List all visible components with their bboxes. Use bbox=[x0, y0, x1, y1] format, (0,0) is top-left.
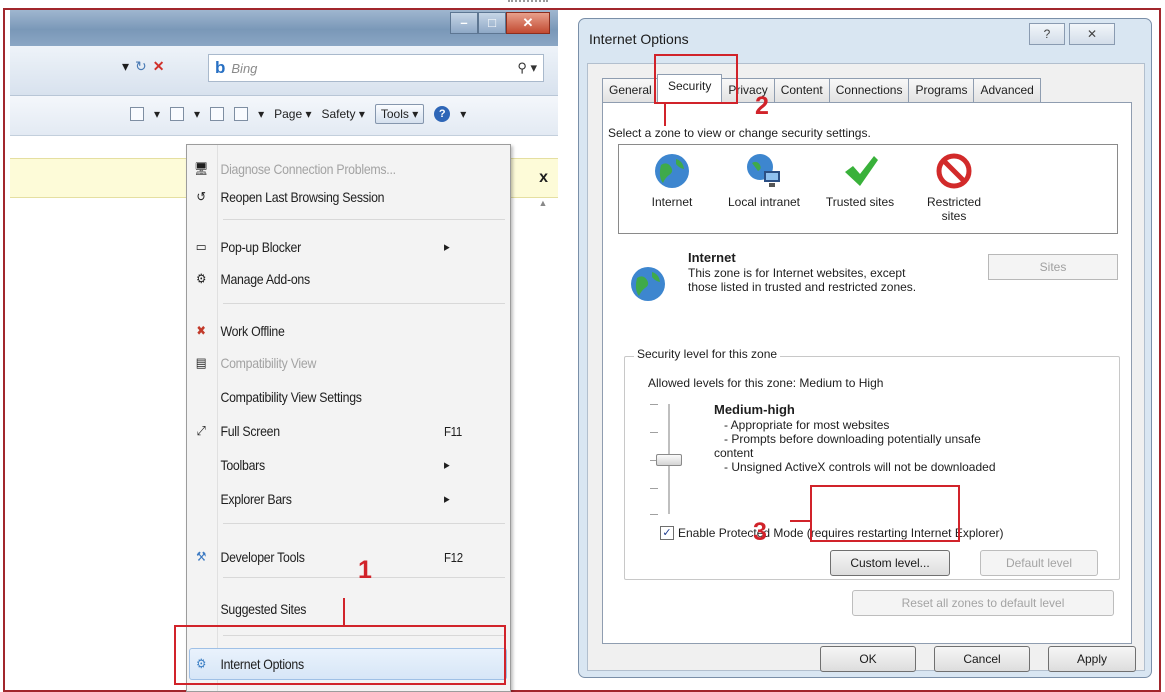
help-button[interactable]: ? bbox=[1029, 23, 1065, 45]
submenu-arrow-icon: ▸ bbox=[443, 239, 450, 254]
step3-highlight-box bbox=[810, 485, 960, 542]
step3-pointer-line bbox=[790, 520, 812, 522]
addons-icon: ⚙ bbox=[196, 271, 207, 286]
tools-menu-button[interactable]: Tools ▾ bbox=[374, 104, 425, 124]
address-dropdown-icon[interactable]: ▾ bbox=[122, 58, 129, 75]
divider-dots bbox=[508, 0, 548, 8]
zone-restricted-sites[interactable]: Restricted sites bbox=[909, 145, 999, 223]
mail-icon[interactable] bbox=[210, 107, 225, 121]
zone-internet[interactable]: Internet bbox=[627, 145, 717, 209]
tab-advanced[interactable]: Advanced bbox=[973, 78, 1041, 102]
default-level-button[interactable]: Default level bbox=[980, 550, 1098, 576]
checkmark-icon bbox=[845, 156, 878, 186]
search-input[interactable]: b Bing ⚲ ▾ bbox=[208, 54, 544, 82]
tab-general[interactable]: General bbox=[602, 78, 658, 102]
menu-item-suggested-sites[interactable]: Suggested Sites bbox=[187, 595, 471, 623]
menu-item-manage-addons[interactable]: ⚙ Manage Add-ons bbox=[187, 265, 471, 293]
sites-button[interactable]: Sites bbox=[988, 254, 1118, 280]
step1-highlight-box bbox=[174, 625, 506, 685]
full-screen-icon: ⤢ bbox=[196, 423, 206, 438]
restricted-icon bbox=[936, 153, 972, 189]
ie-address-bar: ▾ ↻ ✕ b Bing ⚲ ▾ bbox=[10, 46, 558, 96]
work-offline-icon: ✖ bbox=[196, 323, 206, 338]
diagnose-icon: 🖥 bbox=[194, 161, 209, 176]
menu-item-developer-tools[interactable]: ⚒ Developer Tools F12 bbox=[187, 543, 471, 571]
step1-number: 1 bbox=[358, 556, 372, 584]
zone-local-intranet[interactable]: Local intranet bbox=[719, 145, 809, 209]
globe-icon bbox=[631, 267, 665, 301]
ie-command-bar: ▾ ▾ ▾ Page ▾ Safety ▾ Tools ▾ ? ▾ bbox=[10, 96, 558, 136]
level-title: Medium-high bbox=[714, 402, 795, 417]
feeds-icon[interactable] bbox=[170, 107, 185, 121]
developer-tools-icon: ⚒ bbox=[196, 549, 207, 564]
tab-programs[interactable]: Programs bbox=[908, 78, 975, 102]
menu-item-reopen-session[interactable]: ↺ Reopen Last Browsing Session bbox=[187, 183, 471, 211]
infobar-close-icon[interactable]: x bbox=[539, 169, 548, 187]
dialog-close-button[interactable]: ✕ bbox=[1069, 23, 1115, 45]
step2-pointer-line bbox=[664, 104, 666, 126]
level-description: - Appropriate for most websites - Prompt… bbox=[714, 418, 996, 474]
apply-button[interactable]: Apply bbox=[1048, 646, 1136, 672]
reset-all-zones-button[interactable]: Reset all zones to default level bbox=[852, 590, 1114, 616]
tab-connections[interactable]: Connections bbox=[828, 78, 910, 102]
cancel-button[interactable]: Cancel bbox=[934, 646, 1030, 672]
safety-menu-button[interactable]: Safety ▾ bbox=[321, 107, 364, 121]
stop-icon[interactable]: ✕ bbox=[153, 58, 165, 75]
step1-pointer-line bbox=[343, 598, 345, 626]
menu-item-toolbars[interactable]: Toolbars ▸ bbox=[187, 451, 471, 479]
tab-content[interactable]: Content bbox=[773, 78, 830, 102]
home-icon[interactable] bbox=[130, 107, 144, 121]
ie-window: – □ ✕ ▾ ↻ ✕ b Bing ⚲ ▾ ▾ ▾ ▾ Page ▾ Safe… bbox=[10, 10, 558, 692]
tab-strip: General Security Privacy Content Connect… bbox=[602, 74, 1041, 102]
print-icon[interactable] bbox=[234, 107, 249, 121]
local-intranet-icon bbox=[747, 154, 780, 187]
menu-item-work-offline[interactable]: ✖ Work Offline bbox=[187, 317, 471, 345]
menu-item-explorer-bars[interactable]: Explorer Bars ▸ bbox=[187, 485, 471, 513]
custom-level-button[interactable]: Custom level... bbox=[830, 550, 950, 576]
tab-security[interactable]: Security bbox=[657, 74, 723, 102]
globe-icon bbox=[655, 154, 689, 188]
menu-item-compatibility-view[interactable]: ▤ Compatibility View bbox=[187, 349, 471, 377]
page-scrollbar[interactable]: ▲ bbox=[536, 198, 550, 598]
security-slider-thumb[interactable] bbox=[656, 454, 682, 466]
shortcut-label: F12 bbox=[443, 549, 463, 565]
protected-mode-checkbox[interactable]: ✓ bbox=[660, 526, 674, 540]
step3-number: 3 bbox=[753, 518, 767, 546]
help-icon[interactable]: ? bbox=[434, 106, 451, 122]
selected-zone-description: This zone is for Internet websites, exce… bbox=[688, 266, 917, 294]
ie-titlebar: – □ ✕ bbox=[10, 10, 558, 46]
dialog-body: General Security Privacy Content Connect… bbox=[587, 63, 1145, 672]
search-icon[interactable]: ⚲ ▾ bbox=[517, 60, 537, 76]
tools-menu: 🖥 Diagnose Connection Problems... ↺ Reop… bbox=[186, 144, 511, 692]
menu-item-diagnose[interactable]: 🖥 Diagnose Connection Problems... bbox=[187, 155, 471, 183]
minimize-button[interactable]: – bbox=[450, 12, 478, 34]
reopen-icon: ↺ bbox=[196, 189, 206, 204]
security-level-legend: Security level for this zone bbox=[634, 347, 781, 361]
search-placeholder: Bing bbox=[231, 60, 258, 76]
menu-item-popup-blocker[interactable]: ▭ Pop-up Blocker ▸ bbox=[187, 233, 471, 261]
dialog-title: Internet Options bbox=[589, 31, 689, 47]
close-window-button[interactable]: ✕ bbox=[506, 12, 550, 34]
menu-item-compatibility-settings[interactable]: Compatibility View Settings bbox=[187, 383, 471, 411]
compatibility-icon: ▤ bbox=[195, 355, 207, 370]
page-menu-button[interactable]: Page ▾ bbox=[274, 107, 311, 121]
zone-prompt: Select a zone to view or change security… bbox=[608, 126, 871, 140]
allowed-levels-text: Allowed levels for this zone: Medium to … bbox=[648, 376, 884, 390]
shortcut-label: F11 bbox=[443, 423, 463, 439]
maximize-button[interactable]: □ bbox=[478, 12, 506, 34]
selected-zone-title: Internet bbox=[688, 250, 736, 265]
popup-blocker-icon: ▭ bbox=[195, 239, 207, 254]
ok-button[interactable]: OK bbox=[820, 646, 916, 672]
submenu-arrow-icon: ▸ bbox=[443, 491, 450, 506]
submenu-arrow-icon: ▸ bbox=[443, 457, 450, 472]
zone-trusted-sites[interactable]: Trusted sites bbox=[815, 145, 905, 209]
zone-list: Internet Local intranet Trusted sites Re… bbox=[618, 144, 1118, 234]
step2-number: 2 bbox=[755, 92, 769, 120]
bing-logo-icon: b bbox=[215, 58, 226, 77]
menu-item-full-screen[interactable]: ⤢ Full Screen F11 bbox=[187, 417, 471, 445]
refresh-icon[interactable]: ↻ bbox=[135, 58, 147, 75]
